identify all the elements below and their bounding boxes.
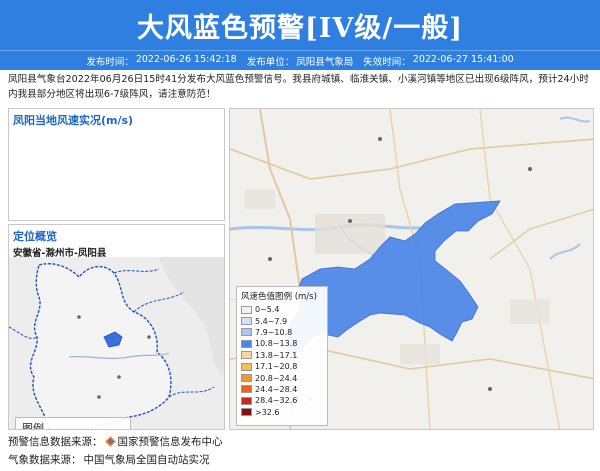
province-boundary-map	[9, 257, 224, 429]
location-overview-map[interactable]: 图例 国界 省界	[9, 257, 224, 429]
warning-banner: 大风蓝色预警[IV级/一般]	[0, 0, 600, 50]
wind-legend-item: 13.8~17.1	[241, 350, 323, 361]
publish-unit-value: 凤阳县气象局	[296, 56, 354, 68]
wind-legend-label: 13.8~17.1	[255, 350, 298, 360]
wind-legend-item: 17.1~20.8	[241, 361, 323, 372]
wind-color-swatch	[241, 396, 252, 405]
wind-legend-label: 20.8~24.4	[255, 373, 298, 383]
wind-color-swatch	[241, 385, 252, 394]
publish-time-value: 2022-06-26 15:42:18	[135, 53, 237, 65]
warning-title: 大风蓝色预警[IV级/一般]	[137, 12, 463, 44]
warning-area-map[interactable]: 风速色值图例 (m/s) 0~5.4 5.4~7.9 7.9~10.8 10.8…	[229, 108, 594, 430]
local-wind-panel: 凤阳当地风速实况(m/s)	[8, 108, 225, 221]
wind-speed-legend: 风速色值图例 (m/s) 0~5.4 5.4~7.9 7.9~10.8 10.8…	[236, 286, 328, 426]
wind-legend-label: 0~5.4	[255, 305, 280, 315]
warning-source-line: 预警信息数据来源： 国家预警信息发布中心	[8, 434, 223, 449]
expire-time-value: 2022-06-27 15:41:00	[412, 53, 514, 65]
wind-legend-label: >32.6	[255, 407, 280, 417]
warning-source-label: 预警信息数据来源：	[8, 436, 103, 448]
wind-legend-item: 24.4~28.4	[241, 384, 323, 395]
expire-time-info: 失效时间： 2022-06-27 15:41:00	[363, 54, 513, 68]
publish-time-info: 发布时间： 2022-06-26 15:42:18	[86, 54, 236, 68]
wind-legend-label: 28.4~32.6	[255, 396, 298, 406]
expire-time-label: 失效时间：	[363, 56, 411, 68]
wind-color-swatch	[241, 339, 252, 348]
wind-legend-item: >32.6	[241, 407, 323, 418]
wind-legend-label: 17.1~20.8	[255, 362, 298, 372]
location-overview-panel: 定位概览 安徽省-滁州市-凤阳县 图例 国界	[8, 224, 225, 430]
wind-color-swatch	[241, 351, 252, 360]
wind-legend-label: 7.9~10.8	[255, 327, 293, 337]
publish-unit-info: 发布单位： 凤阳县气象局	[247, 54, 354, 68]
publish-unit-label: 发布单位：	[246, 56, 295, 68]
local-wind-title: 凤阳当地风速实况(m/s)	[13, 114, 134, 127]
publish-time-label: 发布时间：	[86, 56, 134, 68]
wind-color-swatch	[241, 362, 252, 371]
weather-source-label: 气象数据来源：	[8, 454, 82, 466]
wind-legend-item: 5.4~7.9	[241, 315, 323, 326]
wind-color-swatch	[241, 305, 252, 314]
wind-legend-label: 5.4~7.9	[255, 316, 288, 326]
wind-legend-item: 10.8~13.8	[241, 338, 323, 349]
warning-info-bar: 发布时间： 2022-06-26 15:42:18 发布单位： 凤阳县气象局 失…	[0, 50, 600, 70]
warning-center-logo-icon	[104, 436, 116, 447]
wind-legend-label: 10.8~13.8	[255, 339, 298, 349]
weather-source-line: 气象数据来源： 中国气象局全国自动站实况	[8, 452, 210, 467]
wind-legend-item: 7.9~10.8	[241, 327, 323, 338]
weather-source-value: 中国气象局全国自动站实况	[83, 454, 210, 466]
wind-color-swatch	[241, 317, 252, 326]
wind-speed-legend-title: 风速色值图例 (m/s)	[241, 292, 317, 302]
wind-legend-label: 24.4~28.4	[255, 384, 298, 394]
wind-legend-item: 28.4~32.6	[241, 395, 323, 406]
wind-color-swatch	[241, 328, 252, 337]
wind-color-swatch	[241, 374, 252, 383]
location-overview-title: 定位概览	[13, 230, 57, 243]
wind-legend-item: 0~5.4	[241, 304, 323, 315]
boundary-legend-title: 图例	[22, 422, 44, 429]
wind-legend-item: 20.8~24.4	[241, 372, 323, 383]
boundary-legend: 图例 国界 省界	[15, 417, 131, 429]
warning-source-value: 国家预警信息发布中心	[117, 436, 223, 448]
warning-description: 凤阳县气象台2022年06月26日15时41分发布大风蓝色预警信号。我县府城镇、…	[8, 74, 589, 100]
wind-color-swatch	[241, 408, 252, 417]
